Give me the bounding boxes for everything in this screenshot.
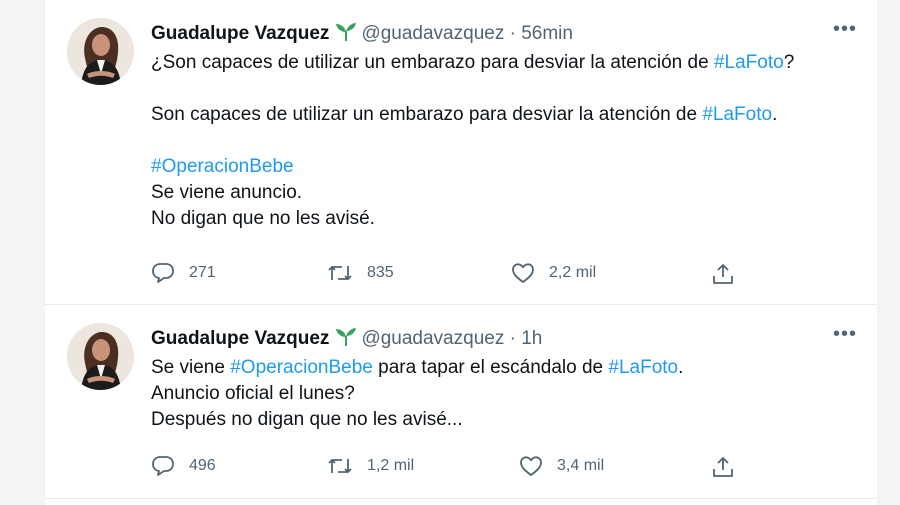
retweet-icon — [328, 459, 352, 473]
hashtag-link[interactable]: #LaFoto — [714, 52, 784, 73]
author-handle[interactable]: @guadavazquez — [361, 328, 504, 349]
text-span: Se viene anuncio. — [151, 182, 303, 203]
tweet-line: No digan que no les avisé. — [151, 206, 851, 232]
tweet-line: Son capaces de utilizar un embarazo para… — [151, 102, 851, 128]
avatar[interactable] — [67, 18, 134, 85]
retweet-button[interactable]: 835 — [327, 262, 394, 284]
text-span: para tapar el escándalo de — [372, 357, 609, 378]
text-span: . — [678, 357, 684, 378]
timeline: Guadalupe Vazquez @guadavazquez · 56min •… — [44, 0, 878, 505]
reply-icon — [152, 456, 174, 476]
separator-dot: · — [509, 23, 516, 44]
tweet-line: #OperacionBebe — [151, 154, 851, 180]
share-button[interactable] — [711, 262, 749, 286]
text-span: ¿Son capaces de utilizar un embarazo par… — [151, 52, 714, 73]
reply-icon — [152, 263, 174, 283]
like-button[interactable]: 2,2 mil — [511, 262, 596, 284]
text-span: ? — [783, 52, 795, 73]
like-count: 2,2 mil — [549, 264, 597, 281]
text-span: No digan que no les avisé. — [151, 208, 375, 229]
retweet-count: 835 — [367, 264, 394, 281]
heart-icon — [512, 263, 534, 283]
more-options-icon[interactable]: ••• — [833, 18, 857, 41]
more-options-icon[interactable]: ••• — [833, 323, 857, 346]
author-name[interactable]: Guadalupe Vazquez — [151, 328, 329, 349]
tweet-line: ¿Son capaces de utilizar un embarazo par… — [151, 50, 851, 76]
reply-button[interactable]: 271 — [151, 262, 216, 284]
tweet-header: Guadalupe Vazquez @guadavazquez · 1h — [151, 327, 542, 353]
author-handle[interactable]: @guadavazquez — [361, 23, 504, 44]
text-span: Son capaces de utilizar un embarazo para… — [151, 104, 703, 125]
share-icon — [713, 457, 733, 477]
tweet-actions: 271 835 2,2 mil — [151, 262, 771, 288]
author-name[interactable]: Guadalupe Vazquez — [151, 23, 329, 44]
tweet-line: Anuncio oficial el lunes? — [151, 381, 851, 407]
retweet-button[interactable]: 1,2 mil — [327, 455, 414, 477]
tweet-text: ¿Son capaces de utilizar un embarazo par… — [151, 50, 851, 232]
seedling-icon — [335, 327, 357, 353]
avatar[interactable] — [67, 323, 134, 390]
hashtag-link[interactable]: #LaFoto — [608, 357, 678, 378]
hashtag-link[interactable]: #OperacionBebe — [151, 156, 294, 177]
text-span: Después no digan que no les avisé... — [151, 409, 463, 430]
reply-button[interactable]: 496 — [151, 455, 216, 477]
hashtag-link[interactable]: #OperacionBebe — [230, 357, 373, 378]
text-span: Anuncio oficial el lunes? — [151, 383, 355, 404]
retweet-icon — [328, 266, 352, 280]
reply-count: 496 — [189, 457, 216, 474]
tweet[interactable]: Guadalupe Vazquez @guadavazquez · 56min •… — [45, 0, 877, 305]
share-icon — [713, 264, 733, 284]
seedling-icon — [335, 22, 357, 48]
heart-icon — [520, 456, 542, 476]
text-span: . — [772, 104, 778, 125]
hashtag-link[interactable]: #LaFoto — [702, 104, 772, 125]
retweet-count: 1,2 mil — [367, 457, 415, 474]
tweet-actions: 496 1,2 mil 3,4 mil — [151, 455, 771, 481]
reply-count: 271 — [189, 264, 216, 281]
tweet-time[interactable]: 1h — [521, 328, 542, 349]
like-button[interactable]: 3,4 mil — [519, 455, 604, 477]
tweet-header: Guadalupe Vazquez @guadavazquez · 56min — [151, 22, 573, 48]
tweet[interactable]: Guadalupe Vazquez @guadavazquez · 1h ••• … — [45, 305, 877, 499]
separator-dot: · — [509, 328, 516, 349]
text-span: Se viene — [151, 357, 231, 378]
share-button[interactable] — [711, 455, 749, 479]
tweet-line: Después no digan que no les avisé... — [151, 407, 851, 433]
tweet-line: Se viene anuncio. — [151, 180, 851, 206]
tweet-line: Se viene #OperacionBebe para tapar el es… — [151, 355, 851, 381]
like-count: 3,4 mil — [557, 457, 605, 474]
tweet-text: Se viene #OperacionBebe para tapar el es… — [151, 355, 851, 433]
tweet-time[interactable]: 56min — [521, 23, 573, 44]
